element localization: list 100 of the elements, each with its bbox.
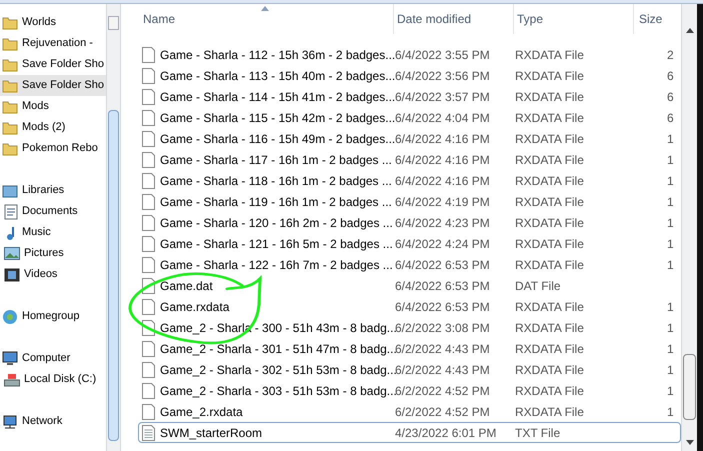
file-row[interactable]: Game.dat 6/4/2022 6:53 PM DAT File — [138, 275, 681, 296]
library-icon — [2, 184, 18, 198]
type-cell-text: TXT File — [515, 424, 562, 442]
file-icon — [142, 362, 155, 378]
file-row[interactable]: Game - Sharla - 117 - 16h 1m - 2 badges ... 6/4/2022 4:16 PM RXDATA File 1 — [138, 149, 681, 170]
file-icon — [142, 88, 155, 104]
file-row[interactable]: Game_2.rxdata 6/2/2022 4:52 PM RXDATA File 1 — [138, 401, 681, 422]
nav-item[interactable]: Local Disk (C:) — [0, 369, 106, 390]
folder-icon — [2, 142, 18, 156]
size-cell-text: 6 — [667, 88, 674, 106]
file-row[interactable]: Game - Sharla - 121 - 16h 5m - 2 badges ... 6/4/2022 4:24 PM RXDATA File 1 — [138, 233, 681, 254]
file-name: Game - Sharla - 119 - 16h 1m - 2 badges ... — [160, 194, 392, 210]
size-cell-text: 1 — [667, 214, 674, 232]
size-cell-text: 1 — [667, 320, 674, 336]
file-name: Game - Sharla - 116 - 15h 49m - 2 badges... — [160, 130, 396, 148]
file-icon — [142, 214, 155, 230]
nav-item[interactable]: Save Folder Sho — [0, 54, 106, 75]
file-name: Game - Sharla - 121 - 16h 5m - 2 badges ... — [160, 236, 393, 252]
file-row[interactable]: Game - Sharla - 113 - 15h 40m - 2 badges...6/4/2022 3:56 PM RXDATA File 6 — [138, 65, 681, 86]
type-cell-text: RXDATA File — [515, 362, 585, 378]
file-name: Game_2 - Sharla - 301 - 51h 47m - 8 badg... — [160, 340, 397, 358]
nav-item[interactable]: Music — [0, 222, 106, 243]
scrollbar-thumb[interactable] — [683, 354, 696, 420]
type-cell-text: RXDATA File — [515, 340, 585, 358]
file-name: Game - Sharla - 117 - 16h 1m - 2 badges ... — [160, 152, 392, 168]
size-cell-text: 1 — [667, 382, 674, 400]
size-cell-text: 6 — [667, 110, 674, 126]
file-name: Game - Sharla - 118 - 16h 1m - 2 badges ... — [160, 172, 392, 190]
type-cell-text: RXDATA File — [515, 320, 585, 336]
file-row[interactable]: Game_2 - Sharla - 302 - 51h 53m - 8 badg...6/2/2022 4:43 PM RXDATA File 1 — [138, 359, 681, 380]
folder-icon — [2, 58, 18, 72]
size-cell-text: 1 — [667, 194, 674, 210]
file-icon — [142, 110, 155, 126]
nav-item[interactable]: Pictures — [0, 243, 106, 264]
type-cell-text: RXDATA File — [515, 256, 585, 274]
nav-item[interactable]: Libraries — [0, 180, 106, 201]
size-cell-text: 1 — [667, 130, 674, 148]
type-cell-text: RXDATA File — [515, 194, 585, 210]
size-cell-text: 1 — [667, 404, 674, 420]
file-name: Game_2 - Sharla - 303 - 51h 53m - 8 badg... — [160, 382, 397, 400]
text-file-icon — [142, 424, 155, 440]
size-column-header[interactable]: Size — [634, 4, 678, 34]
file-icon — [142, 256, 155, 272]
size-cell-text: 1 — [667, 152, 674, 168]
nav-item[interactable]: Network — [0, 411, 106, 432]
date-cell-text: 6/4/2022 3:57 PM — [395, 88, 491, 106]
nav-item[interactable]: Computer — [0, 348, 106, 369]
folder-icon — [2, 36, 18, 50]
type-cell-text: DAT File — [515, 278, 562, 294]
file-row[interactable]: Game - Sharla - 120 - 16h 2m - 2 badges ... 6/4/2022 4:23 PM RXDATA File 1 — [138, 212, 681, 233]
file-row[interactable]: Game - Sharla - 118 - 16h 1m - 2 badges ... 6/4/2022 4:16 PM RXDATA File 1 — [138, 170, 681, 191]
nav-item[interactable]: Documents — [0, 201, 106, 222]
file-row[interactable]: Game - Sharla - 114 - 15h 41m - 2 badges...6/4/2022 3:57 PM RXDATA File 6 — [138, 86, 681, 107]
folder-icon — [2, 16, 18, 30]
nav-scrollbar[interactable] — [106, 4, 121, 451]
nav-item[interactable]: Mods (2) — [0, 117, 106, 138]
file-name: Game.rxdata — [160, 298, 230, 316]
nav-item[interactable]: Pokemon Rebo — [0, 138, 106, 159]
file-name: Game_2.rxdata — [160, 404, 243, 420]
file-icon — [142, 404, 155, 420]
file-row[interactable]: Game - Sharla - 115 - 15h 42m - 2 badges...6/4/2022 4:04 PM RXDATA File 6 — [138, 107, 681, 128]
date-cell-text: 6/4/2022 3:56 PM — [395, 68, 491, 84]
date-cell-text: 6/4/2022 4:04 PM — [395, 110, 491, 126]
size-cell-text: 1 — [667, 340, 674, 358]
file-row[interactable]: Game - Sharla - 122 - 16h 7m - 2 badges ... 6/4/2022 6:53 PM RXDATA File 1 — [138, 254, 681, 275]
type-column-header[interactable]: Type — [514, 4, 634, 34]
file-row[interactable]: Game_2 - Sharla - 303 - 51h 53m - 8 badg...6/2/2022 4:52 PM RXDATA File 1 — [138, 380, 681, 401]
file-row[interactable]: Game - Sharla - 116 - 15h 49m - 2 badges...6/4/2022 4:16 PM RXDATA File 1 — [138, 128, 681, 149]
file-row[interactable]: Game_2 - Sharla - 301 - 51h 47m - 8 badg...6/2/2022 4:43 PM RXDATA File 1 — [138, 338, 681, 359]
file-icon — [142, 382, 155, 398]
file-row[interactable]: SWM_starterRoom 4/23/2022 6:01 PM TXT File — [138, 422, 681, 443]
nav-item[interactable]: Worlds — [0, 12, 106, 33]
nav-item[interactable]: Rejuvenation - — [0, 33, 106, 54]
scroll-up-arrow-icon[interactable] — [686, 28, 694, 33]
file-icon — [142, 340, 155, 356]
date-cell-text: 6/4/2022 4:16 PM — [395, 172, 491, 190]
file-name: Game.dat — [160, 278, 213, 294]
date-cell-text: 6/4/2022 6:53 PM — [395, 278, 491, 294]
file-icon — [142, 194, 155, 210]
date-cell-text: 6/4/2022 6:53 PM — [395, 298, 491, 316]
nav-item[interactable]: Videos — [0, 264, 106, 285]
size-cell-text: 6 — [667, 68, 674, 84]
nav-item[interactable]: Save Folder Sho — [0, 75, 106, 96]
scroll-down-arrow-icon[interactable] — [686, 440, 694, 445]
nav-item[interactable]: Homegroup — [0, 306, 106, 327]
file-icon — [142, 172, 155, 188]
file-list-scrollbar[interactable] — [681, 4, 697, 451]
size-cell-text: 2 — [667, 46, 674, 64]
type-cell-text: RXDATA File — [515, 88, 585, 106]
file-row[interactable]: Game.rxdata 6/4/2022 6:53 PM RXDATA File 1 — [138, 296, 681, 317]
file-row[interactable]: Game - Sharla - 112 - 15h 36m - 2 badges...6/4/2022 3:55 PM RXDATA File 2 — [138, 44, 681, 65]
film-icon — [4, 268, 20, 282]
size-cell-text: 1 — [667, 362, 674, 378]
date-column-header[interactable]: Date modified — [394, 4, 514, 34]
nav-item[interactable]: Mods — [0, 96, 106, 117]
picture-icon — [4, 247, 20, 260]
date-cell-text: 6/4/2022 4:16 PM — [395, 152, 491, 168]
file-name: Game_2 - Sharla - 302 - 51h 53m - 8 badg... — [160, 362, 397, 378]
file-row[interactable]: Game - Sharla - 119 - 16h 1m - 2 badges ... 6/4/2022 4:19 PM RXDATA File 1 — [138, 191, 681, 212]
file-name: Game - Sharla - 120 - 16h 2m - 2 badges ... — [160, 214, 393, 232]
